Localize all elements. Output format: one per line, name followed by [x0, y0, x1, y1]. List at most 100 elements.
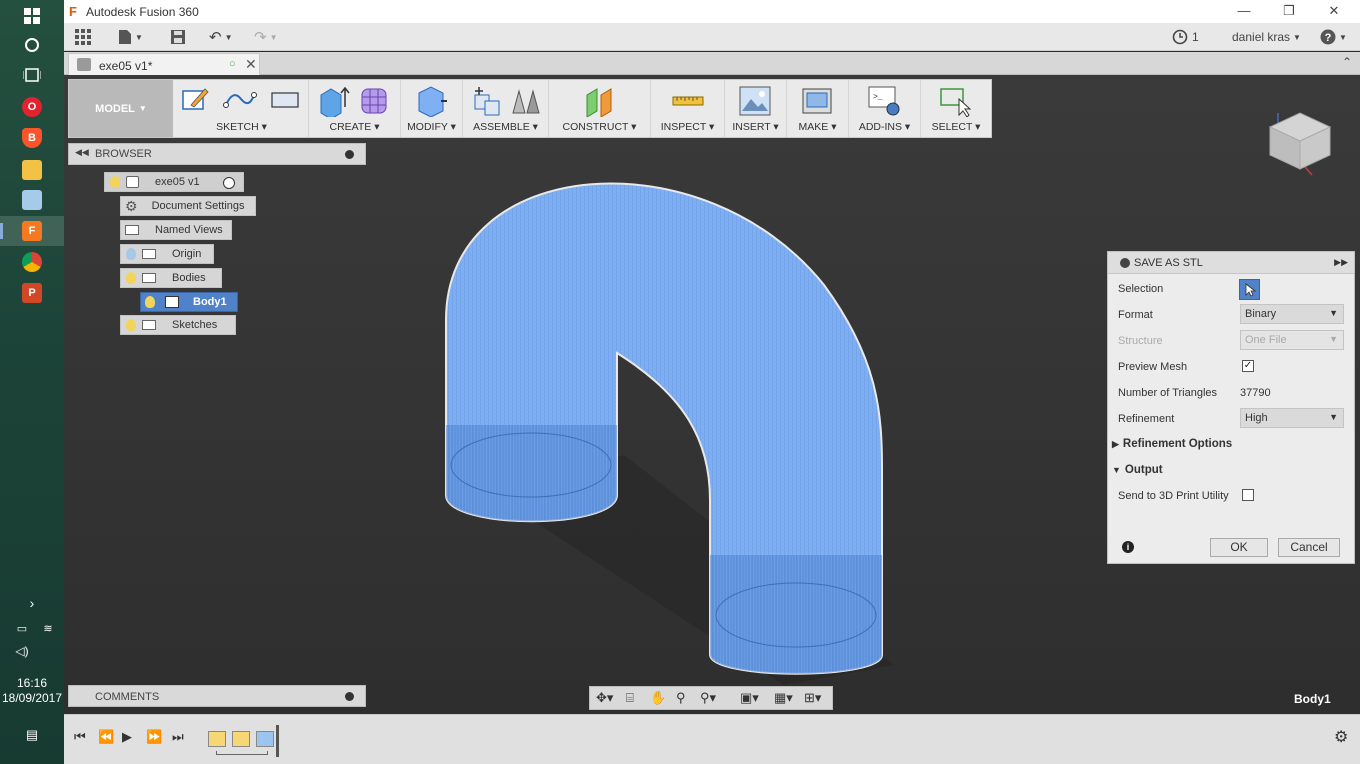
data-panel-grid-icon[interactable]	[74, 27, 92, 47]
windows-icon[interactable]	[20, 4, 44, 28]
browser-node-bodies[interactable]: Bodies	[120, 268, 222, 288]
file-menu-button[interactable]: ▼	[118, 27, 143, 47]
powerpoint-icon[interactable]: P	[22, 283, 42, 303]
timeline-sketch-feature-icon[interactable]	[232, 731, 250, 747]
redo-button[interactable]: ↷ ▼	[254, 27, 278, 47]
undo-button[interactable]: ↶ ▼	[209, 27, 233, 47]
minimize-browser-icon[interactable]	[345, 150, 354, 159]
close-button[interactable]: ✕	[1319, 2, 1349, 20]
structure-dropdown[interactable]: One File ▼	[1240, 330, 1344, 350]
system-clock[interactable]: 16:16 18/09/2017	[0, 676, 64, 706]
job-status-clock-icon[interactable]: 1	[1172, 27, 1199, 47]
preview-mesh-checkbox[interactable]: ✓	[1242, 360, 1254, 372]
go-to-end-icon[interactable]: ⏭	[172, 729, 184, 745]
cancel-button[interactable]: Cancel	[1278, 538, 1340, 557]
ok-button[interactable]: OK	[1210, 538, 1268, 557]
collapse-chevron-up-icon[interactable]: ⌃	[1342, 55, 1352, 69]
visibility-bulb-icon[interactable]	[126, 248, 136, 260]
document-tab[interactable]: exe05 v1* ○ ✕	[68, 53, 260, 75]
sketch-group[interactable]: SKETCH ▾	[175, 80, 309, 137]
extrude-icon[interactable]	[317, 85, 351, 117]
add-ins-group[interactable]: >_ ADD-INS ▾	[849, 80, 921, 137]
scripts-addins-icon[interactable]: >_	[867, 85, 901, 117]
go-to-start-icon[interactable]: ⏮	[74, 729, 86, 745]
insert-group[interactable]: INSERT ▾	[725, 80, 787, 137]
browser-root-node[interactable]: exe05 v1	[104, 172, 244, 192]
browser-node-body1[interactable]: Body1	[140, 292, 238, 312]
make-group[interactable]: MAKE ▾	[787, 80, 849, 137]
press-pull-icon[interactable]	[415, 85, 449, 117]
3d-print-icon[interactable]	[801, 85, 833, 117]
opera-icon[interactable]: O	[22, 97, 42, 117]
output-section[interactable]: ▼ Output	[1112, 464, 1163, 476]
expand-dialog-arrow-icon[interactable]: ▶▶	[1334, 257, 1348, 268]
dialog-header[interactable]: SAVE AS STL ▶▶	[1108, 252, 1354, 274]
look-at-icon[interactable]: ⌸	[626, 690, 634, 706]
insert-image-icon[interactable]	[739, 85, 771, 117]
brave-icon[interactable]: B	[22, 128, 42, 148]
display-settings-icon[interactable]: ▣▾	[740, 690, 759, 706]
comments-panel-header[interactable]: COMMENTS	[68, 685, 366, 707]
save-icon[interactable]	[170, 27, 186, 47]
view-cube[interactable]	[1264, 95, 1336, 179]
timeline-settings-gear-icon[interactable]: ⚙	[1334, 727, 1348, 747]
create-sketch-icon[interactable]	[181, 85, 209, 113]
close-tab-icon[interactable]: ✕	[245, 56, 257, 73]
help-icon[interactable]: ? ▼	[1320, 27, 1347, 47]
battery-icon[interactable]: ▭	[10, 616, 34, 640]
viewports-icon[interactable]: ⊞▾	[804, 690, 821, 706]
refinement-options-section[interactable]: ▶ Refinement Options	[1112, 438, 1232, 450]
grid-settings-icon[interactable]: ▦▾	[774, 690, 793, 706]
file-explorer-icon[interactable]	[22, 160, 42, 180]
browser-panel-header[interactable]: ◀◀ BROWSER	[68, 143, 366, 165]
chrome-icon[interactable]	[22, 252, 42, 272]
notepad-icon[interactable]	[22, 190, 42, 210]
browser-node-origin[interactable]: Origin	[120, 244, 214, 264]
zoom-icon[interactable]: ⚲	[676, 690, 686, 706]
browser-node-sketches[interactable]: Sketches	[120, 315, 236, 335]
add-comment-icon[interactable]	[345, 692, 354, 701]
form-grid-icon[interactable]	[359, 85, 393, 117]
select-group[interactable]: SELECT ▾	[921, 80, 991, 137]
select-window-icon[interactable]	[939, 85, 973, 117]
show-hidden-icons-chevron-icon[interactable]: ›	[20, 591, 44, 615]
format-dropdown[interactable]: Binary ▼	[1240, 304, 1344, 324]
orbit-icon[interactable]: ✥▾	[596, 690, 613, 706]
action-center-icon[interactable]: ▤	[20, 723, 44, 747]
offset-plane-icon[interactable]	[583, 85, 619, 117]
browser-node-document-settings[interactable]: ⚙ Document Settings	[120, 196, 256, 216]
construct-group[interactable]: CONSTRUCT ▾	[549, 80, 651, 137]
refinement-dropdown[interactable]: High ▼	[1240, 408, 1344, 428]
line-icon[interactable]	[223, 85, 257, 113]
volume-icon[interactable]: ◁)	[10, 639, 34, 663]
restore-button[interactable]: ❐	[1274, 2, 1304, 20]
assemble-group[interactable]: ASSEMBLE ▾	[463, 80, 549, 137]
fusion-icon[interactable]: F	[22, 221, 42, 241]
timeline-sketch-feature-icon[interactable]	[208, 731, 226, 747]
timeline-marker[interactable]	[276, 725, 279, 757]
rectangle-icon[interactable]	[269, 85, 301, 113]
visibility-bulb-icon[interactable]	[110, 176, 120, 188]
visibility-bulb-icon[interactable]	[126, 272, 136, 284]
inspect-group[interactable]: INSPECT ▾	[651, 80, 725, 137]
wifi-icon[interactable]: ≋	[36, 616, 60, 640]
selection-cursor-button[interactable]	[1239, 279, 1260, 300]
collapse-browser-icon[interactable]: ◀◀	[75, 147, 89, 158]
visibility-bulb-icon[interactable]	[126, 319, 136, 331]
step-forward-icon[interactable]: ⏩	[146, 729, 162, 745]
visibility-bulb-icon[interactable]	[145, 296, 155, 308]
measure-ruler-icon[interactable]	[671, 85, 705, 115]
activate-radio-icon[interactable]	[223, 177, 235, 189]
collapse-dialog-icon[interactable]	[1120, 258, 1130, 268]
info-icon[interactable]: i	[1122, 541, 1134, 553]
send-to-print-checkbox[interactable]	[1242, 489, 1254, 501]
task-view-icon[interactable]	[20, 63, 44, 87]
pan-hand-icon[interactable]: ✋	[650, 690, 666, 706]
step-back-icon[interactable]: ⏪	[98, 729, 114, 745]
modify-group[interactable]: MODIFY ▾	[401, 80, 463, 137]
new-component-icon[interactable]	[471, 85, 505, 117]
timeline-sweep-feature-icon[interactable]	[256, 731, 274, 747]
browser-node-named-views[interactable]: Named Views	[120, 220, 232, 240]
user-menu[interactable]: daniel kras ▼	[1232, 27, 1301, 47]
workspace-switcher[interactable]: MODEL ▼	[69, 80, 173, 137]
